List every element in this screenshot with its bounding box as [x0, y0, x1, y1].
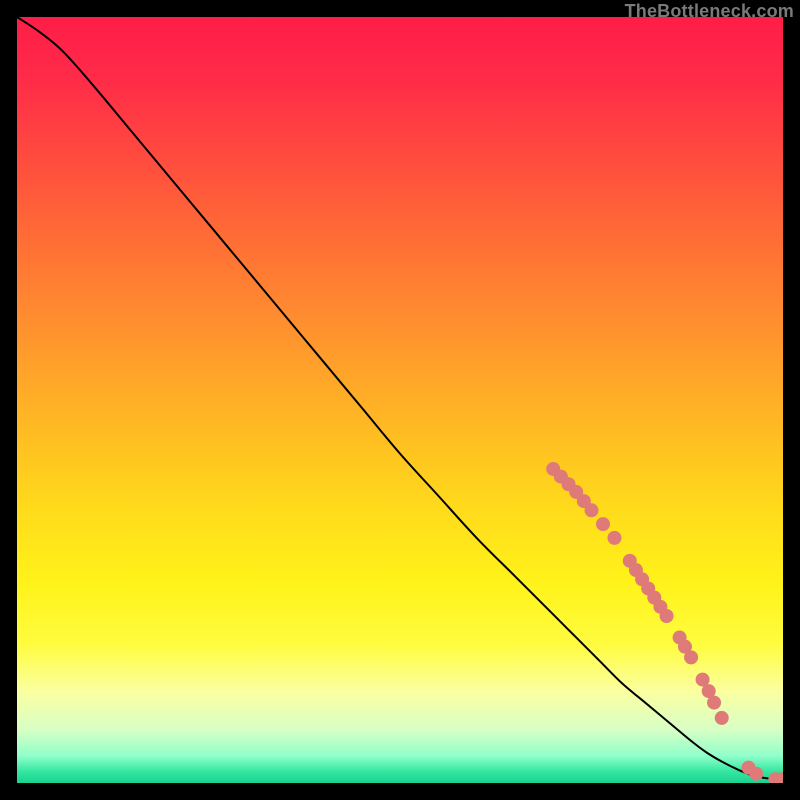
data-marker [715, 711, 729, 725]
data-marker [749, 767, 763, 781]
data-marker [596, 517, 610, 531]
bottleneck-chart [17, 17, 783, 783]
data-marker [684, 650, 698, 664]
data-marker [660, 609, 674, 623]
data-marker [707, 696, 721, 710]
chart-stage: TheBottleneck.com [0, 0, 800, 800]
data-marker [585, 503, 599, 517]
data-marker [607, 531, 621, 545]
